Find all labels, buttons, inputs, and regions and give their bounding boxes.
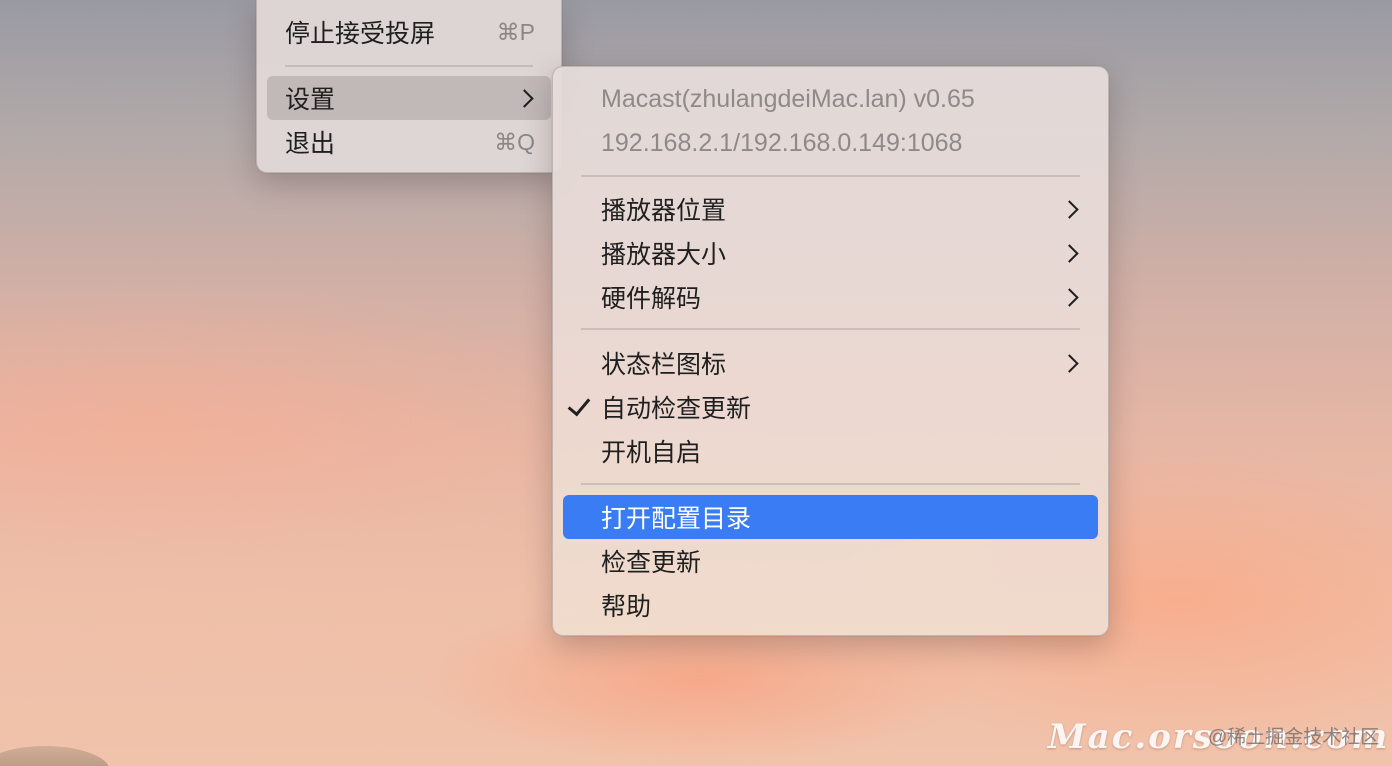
menu-item-quit[interactable]: 退出 ⌘Q (267, 120, 551, 164)
menu-item-label: 状态栏图标 (601, 351, 727, 379)
menu-item-label: 播放器位置 (601, 197, 727, 225)
menu-item-check-updates[interactable]: 检查更新 (563, 539, 1098, 583)
menu-item-label: 停止接受投屏 (285, 20, 436, 48)
menu-item-label: 退出 (285, 130, 336, 158)
chevron-right-icon (1060, 353, 1079, 373)
menu-item-label: 自动检查更新 (601, 395, 752, 423)
menu-item-label: 硬件解码 (601, 285, 702, 313)
menu-item-label: 设置 (285, 86, 336, 114)
menu-item-label: 开机自启 (601, 439, 702, 467)
shortcut-label: ⌘P (496, 18, 535, 45)
info-label: 192.168.2.1/192.168.0.149:1068 (601, 128, 963, 157)
menu-item-label: 帮助 (601, 593, 652, 621)
chevron-right-icon (1060, 199, 1079, 219)
chevron-right-icon (515, 88, 534, 108)
menu-separator (581, 175, 1080, 177)
menu-item-label: 检查更新 (601, 549, 702, 577)
menu-separator (581, 328, 1080, 330)
shortcut-label: ⌘Q (494, 128, 535, 155)
status-bar-menu: 停止接受投屏 ⌘P 设置 退出 ⌘Q (256, 0, 562, 173)
app-version-info: Macast(zhulangdeiMac.lan) v0.65 (563, 77, 1098, 121)
menu-separator (581, 483, 1080, 485)
checkmark-icon (567, 392, 591, 417)
settings-submenu: Macast(zhulangdeiMac.lan) v0.65 192.168.… (552, 66, 1109, 636)
info-label: Macast(zhulangdeiMac.lan) v0.65 (601, 84, 975, 113)
network-address-info: 192.168.2.1/192.168.0.149:1068 (563, 121, 1098, 165)
menu-item-label: 打开配置目录 (601, 505, 752, 533)
menu-item-hardware-decoding[interactable]: 硬件解码 (563, 275, 1098, 319)
menu-item-launch-at-login[interactable]: 开机自启 (563, 429, 1098, 473)
chevron-right-icon (1060, 287, 1079, 307)
chevron-right-icon (1060, 243, 1079, 263)
menu-item-stop-casting[interactable]: 停止接受投屏 ⌘P (267, 10, 551, 54)
menu-item-label: 播放器大小 (601, 241, 727, 269)
menu-item-help[interactable]: 帮助 (563, 583, 1098, 627)
menu-item-player-position[interactable]: 播放器位置 (563, 187, 1098, 231)
menu-item-player-size[interactable]: 播放器大小 (563, 231, 1098, 275)
menu-item-auto-check-updates[interactable]: 自动检查更新 (563, 385, 1098, 429)
menu-item-status-bar-icon[interactable]: 状态栏图标 (563, 341, 1098, 385)
background-rock (0, 746, 110, 766)
menu-item-settings[interactable]: 设置 (267, 76, 551, 120)
menu-item-open-config-folder[interactable]: 打开配置目录 (563, 495, 1098, 539)
menu-separator (285, 65, 533, 67)
community-watermark: @稀土掘金技术社区 (1208, 727, 1380, 748)
